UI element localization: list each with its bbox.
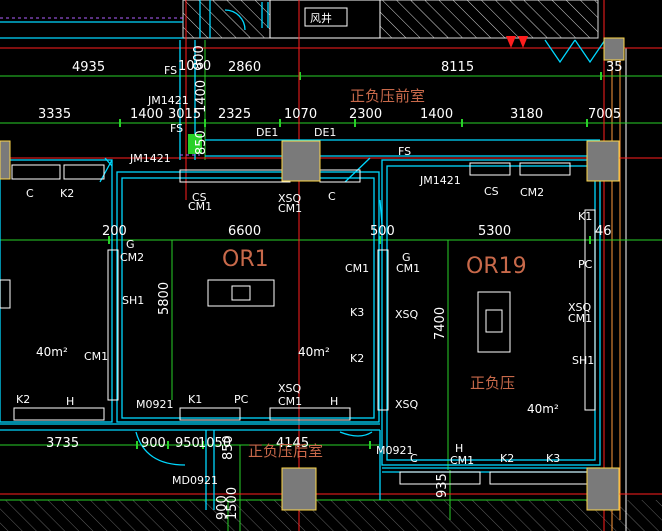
lbl-xsq2: XSQ — [395, 308, 419, 321]
lbl-cm1b: CM1 — [278, 202, 302, 215]
zone-backroom: 正负压后室 — [248, 442, 323, 460]
dim-900: 900 — [141, 436, 166, 451]
dim-900-small: 900 — [215, 495, 230, 520]
lbl-c2: C — [328, 190, 336, 203]
lbl-md0921: MD0921 — [172, 474, 218, 487]
dim-935: 935 — [435, 473, 450, 498]
lbl-c1: C — [26, 187, 34, 200]
lbl-fs1: FS — [164, 64, 177, 77]
dim-1400b: 1400 — [420, 107, 453, 122]
lbl-fs3: FS — [398, 145, 411, 158]
lbl-k1a: K1 — [578, 210, 592, 223]
area-or1: 40m² — [298, 345, 330, 359]
cad-drawing: 风井 4935 2860 8115 35 1050 800 3335 1400 … — [0, 0, 662, 531]
dim-6600: 6600 — [228, 224, 261, 239]
dim-800: 800 — [192, 45, 207, 70]
lbl-cm1c: CM1 — [84, 350, 108, 363]
lbl-cm1d: CM1 — [345, 262, 369, 275]
lbl-cm2b: CM2 — [120, 251, 144, 264]
lbl-k3a: K3 — [350, 306, 364, 319]
shaft-label: 风井 — [310, 11, 332, 25]
lbl-xsq5: XSQ — [278, 382, 302, 395]
lbl-de1b: DE1 — [314, 126, 336, 139]
lbl-cm1e: CM1 — [396, 262, 420, 275]
lbl-cm1f: CM1 — [568, 312, 592, 325]
dim-4935: 4935 — [72, 60, 105, 75]
room-or19: OR19 — [466, 254, 527, 279]
dim-8115: 8115 — [441, 60, 474, 75]
lbl-k2b: K2 — [350, 352, 364, 365]
dim-200: 200 — [102, 224, 127, 239]
dim-5300: 5300 — [478, 224, 511, 239]
dim-35: 35 — [606, 60, 623, 75]
dim-1400v: 1400 — [194, 80, 209, 113]
lbl-cm1a: CM1 — [188, 200, 212, 213]
lbl-fs2: FS — [170, 122, 183, 135]
lbl-cm2a: CM2 — [520, 186, 544, 199]
lbl-h1: H — [66, 395, 74, 408]
zone-anteroom: 正负压前室 — [350, 87, 425, 105]
hatched-wall-top — [182, 0, 599, 39]
dim-2860: 2860 — [228, 60, 261, 75]
room-or1: OR1 — [222, 247, 269, 272]
hatched-wall-bottom — [0, 500, 662, 531]
lbl-cm1h: CM1 — [450, 454, 474, 467]
drawing-background — [0, 0, 662, 531]
lbl-sh1b: SH1 — [572, 354, 594, 367]
lbl-cm1g: CM1 — [278, 395, 302, 408]
lbl-m0921b: M0921 — [376, 444, 414, 457]
lbl-k1b: K1 — [188, 393, 202, 406]
lbl-k2d: K2 — [500, 452, 514, 465]
lbl-g1: G — [126, 238, 135, 251]
area-left: 40m² — [36, 345, 68, 359]
dim-850v: 850 — [194, 130, 209, 155]
lbl-k3b: K3 — [546, 452, 560, 465]
dim-1070: 1070 — [284, 107, 317, 122]
dim-950: 950 — [175, 436, 200, 451]
lbl-k2a: K2 — [60, 187, 74, 200]
lbl-jm3: JM1421 — [419, 174, 461, 187]
dim-46: 46 — [595, 224, 612, 239]
dim-2300: 2300 — [349, 107, 382, 122]
lbl-pc2: PC — [234, 393, 249, 406]
dim-850b: 850 — [221, 435, 236, 460]
lbl-de1a: DE1 — [256, 126, 278, 139]
lbl-jm1: JM1421 — [147, 94, 189, 107]
lbl-h2: H — [330, 395, 338, 408]
dim-2325: 2325 — [218, 107, 251, 122]
lbl-cs2: CS — [484, 185, 499, 198]
area-or19: 40m² — [527, 402, 559, 416]
dim-3335: 3335 — [38, 107, 71, 122]
lbl-m0921a: M0921 — [136, 398, 174, 411]
dim-1400a: 1400 — [130, 107, 163, 122]
dim-5800: 5800 — [157, 282, 172, 315]
lbl-xsq3: XSQ — [395, 398, 419, 411]
lbl-pc1: PC — [578, 258, 593, 271]
lbl-sh1a: SH1 — [122, 294, 144, 307]
dim-7400: 7400 — [433, 307, 448, 340]
dim-7005: 7005 — [588, 107, 621, 122]
dim-500: 500 — [370, 224, 395, 239]
lbl-c3: C — [410, 452, 418, 465]
dim-3735: 3735 — [46, 436, 79, 451]
lbl-jm2: JM1421 — [129, 152, 171, 165]
dim-3180: 3180 — [510, 107, 543, 122]
zone-pressure: 正负压 — [470, 374, 515, 392]
lbl-k2c: K2 — [16, 393, 30, 406]
